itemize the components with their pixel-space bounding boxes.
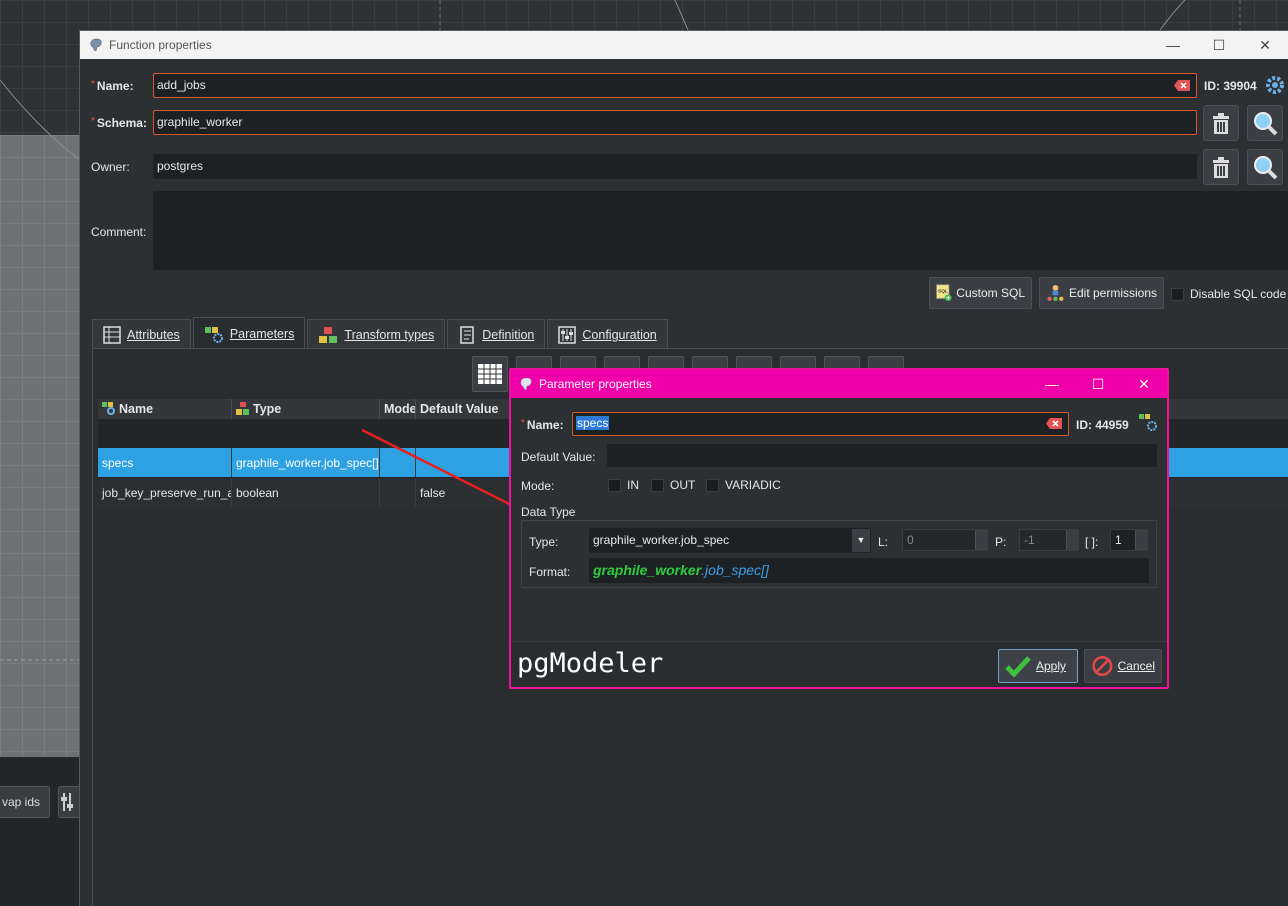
dialog-footer: pgModeler Apply Cancel <box>511 641 1167 687</box>
param-name-value: specs <box>576 416 610 430</box>
pgmodeler-logo: pgModeler <box>517 648 664 679</box>
dialog-title: Parameter properties <box>539 377 652 391</box>
dialog-body: * Name: specs ID: 44959 Default Value: Mo… <box>511 398 1167 642</box>
mode-out-checkbox[interactable]: OUT <box>651 478 695 492</box>
mode-in-label: IN <box>627 478 639 492</box>
mode-variadic-label: VARIADIC <box>725 478 781 492</box>
dimensions-spinbox[interactable]: 1 <box>1110 529 1148 551</box>
pgmodeler-app-icon <box>520 377 532 391</box>
precision-spinbox[interactable]: -1 <box>1019 529 1079 551</box>
param-name-label: * Name: <box>521 418 564 432</box>
default-value-field[interactable] <box>607 444 1157 467</box>
precision-label: P: <box>995 535 1007 549</box>
chevron-down-icon[interactable]: ▼ <box>852 529 870 552</box>
dialog-minimize-button[interactable]: — <box>1029 370 1075 398</box>
cancel-icon <box>1092 655 1113 677</box>
dimensions-value: 1 <box>1115 533 1122 547</box>
length-value: 0 <box>907 533 914 547</box>
format-type: .job_spec[] <box>701 562 769 578</box>
checkbox[interactable] <box>651 478 664 492</box>
param-id-label: ID: 44959 <box>1076 418 1129 432</box>
precision-value: -1 <box>1024 533 1035 547</box>
parameter-properties-dialog: Parameter properties — ☐ ✕ * Name: specs … <box>509 368 1169 689</box>
clear-icon[interactable] <box>1046 418 1062 429</box>
dialog-close-button[interactable]: ✕ <box>1121 370 1167 398</box>
dialog-titlebar: Parameter properties — ☐ ✕ <box>511 370 1167 398</box>
mode-out-label: OUT <box>670 478 696 492</box>
cancel-label: Cancel <box>1117 659 1155 673</box>
param-name-field[interactable]: specs <box>572 412 1069 436</box>
format-schema: graphile_worker <box>593 562 702 578</box>
mode-variadic-checkbox[interactable]: VARIADIC <box>706 478 781 492</box>
checkbox[interactable] <box>608 478 621 492</box>
apply-label: Apply <box>1036 659 1067 673</box>
dimensions-label: [ ]: <box>1085 535 1099 549</box>
mode-label: Mode: <box>521 479 555 493</box>
mode-in-checkbox[interactable]: IN <box>608 478 639 492</box>
type-label: Type: <box>529 535 559 549</box>
checkmark-icon <box>1005 656 1031 677</box>
data-type-group-label: Data Type <box>521 505 576 519</box>
format-label: Format: <box>529 565 571 579</box>
type-value: graphile_worker.job_spec <box>593 533 730 547</box>
apply-button[interactable]: Apply <box>998 649 1078 683</box>
format-display: graphile_worker.job_spec[] <box>589 558 1149 583</box>
checkbox[interactable] <box>706 478 719 492</box>
parameter-icon <box>1139 414 1157 431</box>
length-label: L: <box>878 535 889 549</box>
length-spinbox[interactable]: 0 <box>902 529 988 551</box>
dialog-maximize-button[interactable]: ☐ <box>1075 370 1121 398</box>
cancel-button[interactable]: Cancel <box>1084 649 1162 683</box>
default-value-label: Default Value: <box>521 450 596 464</box>
type-select[interactable]: graphile_worker.job_spec ▼ <box>589 528 871 553</box>
